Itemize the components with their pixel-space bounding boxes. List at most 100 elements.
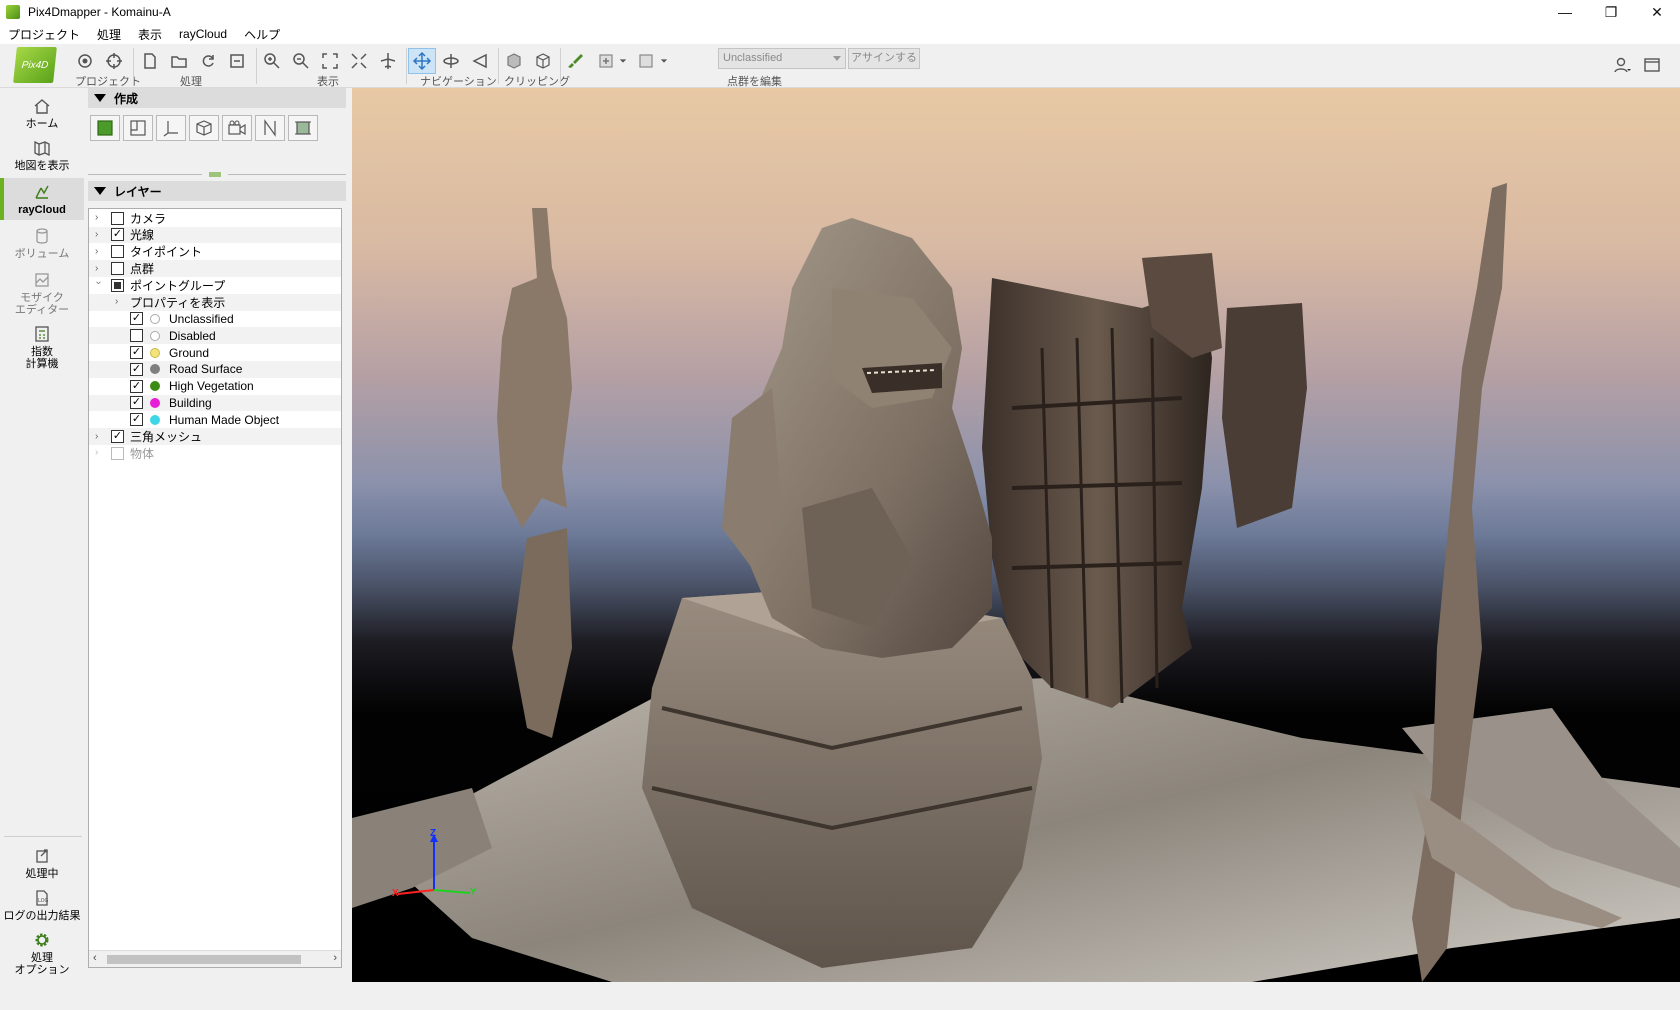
zoom-extent-button[interactable] xyxy=(316,48,344,74)
layer-checkbox[interactable] xyxy=(111,262,124,276)
menu-view[interactable]: 表示 xyxy=(138,26,162,43)
chevron-right-icon[interactable]: › xyxy=(95,263,103,273)
layers-section-header[interactable]: レイヤー xyxy=(88,181,346,201)
nav-index-calculator[interactable]: 指数 計算機 xyxy=(0,324,84,374)
panel-splitter[interactable] xyxy=(88,170,346,178)
zoom-in-button[interactable] xyxy=(258,48,286,74)
selection-mode-dropdown[interactable] xyxy=(617,48,629,74)
layer-row-high-vegetation[interactable]: ✓ High Vegetation xyxy=(89,378,341,395)
nav-raycloud-label: rayCloud xyxy=(18,204,66,216)
layer-row-show-properties[interactable]: › プロパティを表示 xyxy=(89,293,341,311)
layer-checkbox[interactable]: ✓ xyxy=(111,430,124,444)
create-section-header[interactable]: 作成 xyxy=(88,88,346,108)
chevron-down-icon[interactable]: › xyxy=(93,281,104,289)
orbit-mode-button[interactable] xyxy=(437,48,465,74)
create-ortho-plane-button[interactable] xyxy=(288,115,318,141)
restore-button[interactable]: ❐ xyxy=(1588,0,1634,24)
create-axis-button[interactable] xyxy=(156,115,186,141)
project-info-button[interactable] xyxy=(71,48,99,74)
class-color-dropdown[interactable] xyxy=(658,48,670,74)
layer-checkbox[interactable] xyxy=(111,446,124,460)
gcp-manager-button[interactable] xyxy=(100,48,128,74)
user-icon xyxy=(1614,57,1631,73)
layer-row-objects[interactable]: › 物体 xyxy=(89,445,341,462)
account-button[interactable] xyxy=(1608,52,1636,78)
chevron-right-icon[interactable]: › xyxy=(95,448,103,458)
nav-home[interactable]: ホーム xyxy=(0,96,84,138)
menu-process[interactable]: 処理 xyxy=(97,26,121,43)
create-scale-button[interactable] xyxy=(255,115,285,141)
minimize-button[interactable]: — xyxy=(1542,0,1588,24)
zoom-out-button[interactable] xyxy=(287,48,315,74)
nav-processing-options[interactable]: 処理 オプション xyxy=(0,930,84,980)
open-project-button[interactable] xyxy=(165,48,193,74)
fly-view-button[interactable] xyxy=(374,48,402,74)
layer-checkbox[interactable]: ✓ xyxy=(130,362,143,376)
layer-checkbox[interactable]: ✓ xyxy=(130,396,143,410)
nav-raycloud[interactable]: rayCloud xyxy=(0,178,84,220)
panel-toggle-button[interactable] xyxy=(1638,52,1666,78)
nav-map[interactable]: 地図を表示 xyxy=(0,138,84,182)
create-volume-button[interactable] xyxy=(189,115,219,141)
layer-checkbox[interactable]: ✓ xyxy=(130,379,143,393)
layer-row-unclassified[interactable]: ✓ Unclassified xyxy=(89,311,341,328)
layer-checkbox[interactable]: ✓ xyxy=(130,312,143,326)
chevron-right-icon[interactable]: › xyxy=(95,213,103,223)
layer-row-disabled[interactable]: Disabled xyxy=(89,327,341,345)
layer-row-cameras[interactable]: › カメラ xyxy=(89,210,341,227)
layer-row-road-surface[interactable]: ✓ Road Surface xyxy=(89,361,341,378)
chevron-right-icon[interactable]: › xyxy=(115,297,123,307)
classification-select[interactable]: Unclassified xyxy=(718,48,846,69)
class-color-dot xyxy=(150,347,160,358)
menu-project[interactable]: プロジェクト xyxy=(8,26,80,43)
clipping-edit-button[interactable] xyxy=(529,48,557,74)
layer-row-building[interactable]: ✓ Building xyxy=(89,394,341,412)
camera-rotate-icon xyxy=(78,54,92,68)
chevron-left-icon[interactable]: ‹ xyxy=(93,952,97,964)
nav-mosaic-editor[interactable]: モザイク エディター xyxy=(0,270,84,320)
horizontal-scrollbar[interactable]: ‹ › xyxy=(89,950,341,967)
scrollbar-thumb[interactable] xyxy=(107,955,301,964)
assign-button[interactable]: アサインする xyxy=(848,48,920,69)
layer-row-rays[interactable]: › ✓ 光線 xyxy=(89,226,341,244)
trackball-mode-button[interactable] xyxy=(466,48,494,74)
clipping-box-button[interactable] xyxy=(500,48,528,74)
menu-raycloud[interactable]: rayCloud xyxy=(179,27,227,41)
layer-row-point-cloud[interactable]: › 点群 xyxy=(89,260,341,277)
zoom-selection-button[interactable] xyxy=(345,48,373,74)
layer-row-point-groups[interactable]: › ポイントグループ xyxy=(89,277,341,294)
close-button[interactable]: ✕ xyxy=(1634,0,1680,24)
reoptimize-button[interactable] xyxy=(194,48,222,74)
create-polyline-button[interactable] xyxy=(123,115,153,141)
nav-volume[interactable]: ボリューム xyxy=(0,226,84,266)
layer-row-tie-points[interactable]: › タイポイント xyxy=(89,243,341,260)
window-layout-icon xyxy=(1644,58,1660,72)
chevron-right-icon[interactable]: › xyxy=(95,246,103,256)
layer-checkbox[interactable] xyxy=(130,329,143,343)
selection-tool-button[interactable] xyxy=(592,48,620,74)
create-video-button[interactable] xyxy=(222,115,252,141)
raycloud-3d-view[interactable]: Z X Y xyxy=(352,88,1680,982)
layer-checkbox[interactable] xyxy=(111,211,124,225)
new-project-button[interactable] xyxy=(136,48,164,74)
layer-row-human-made-object[interactable]: ✓ Human Made Object xyxy=(89,411,341,428)
chevron-right-icon[interactable]: › xyxy=(95,229,103,239)
layer-checkbox[interactable] xyxy=(111,245,124,259)
pan-mode-button[interactable] xyxy=(408,48,436,74)
layer-checkbox[interactable]: ✓ xyxy=(130,346,143,360)
layer-checkbox[interactable] xyxy=(111,278,124,292)
create-surface-button[interactable] xyxy=(90,115,120,141)
menu-help[interactable]: ヘルプ xyxy=(244,26,280,43)
folder-icon xyxy=(171,56,187,68)
chevron-right-icon[interactable]: › xyxy=(333,952,337,964)
nav-processing[interactable]: 処理中 xyxy=(0,846,84,886)
nav-log-output[interactable]: LOG ログの出力結果 xyxy=(0,888,84,928)
layer-checkbox[interactable]: ✓ xyxy=(111,228,124,242)
chevron-right-icon[interactable]: › xyxy=(95,431,103,441)
layer-checkbox[interactable]: ✓ xyxy=(130,413,143,427)
layer-row-ground[interactable]: ✓ Ground xyxy=(89,344,341,361)
brush-tool-button[interactable] xyxy=(562,48,590,74)
rematch-button[interactable] xyxy=(223,48,251,74)
class-color-button[interactable] xyxy=(632,48,660,74)
layer-row-triangle-mesh[interactable]: › ✓ 三角メッシュ xyxy=(89,428,341,445)
